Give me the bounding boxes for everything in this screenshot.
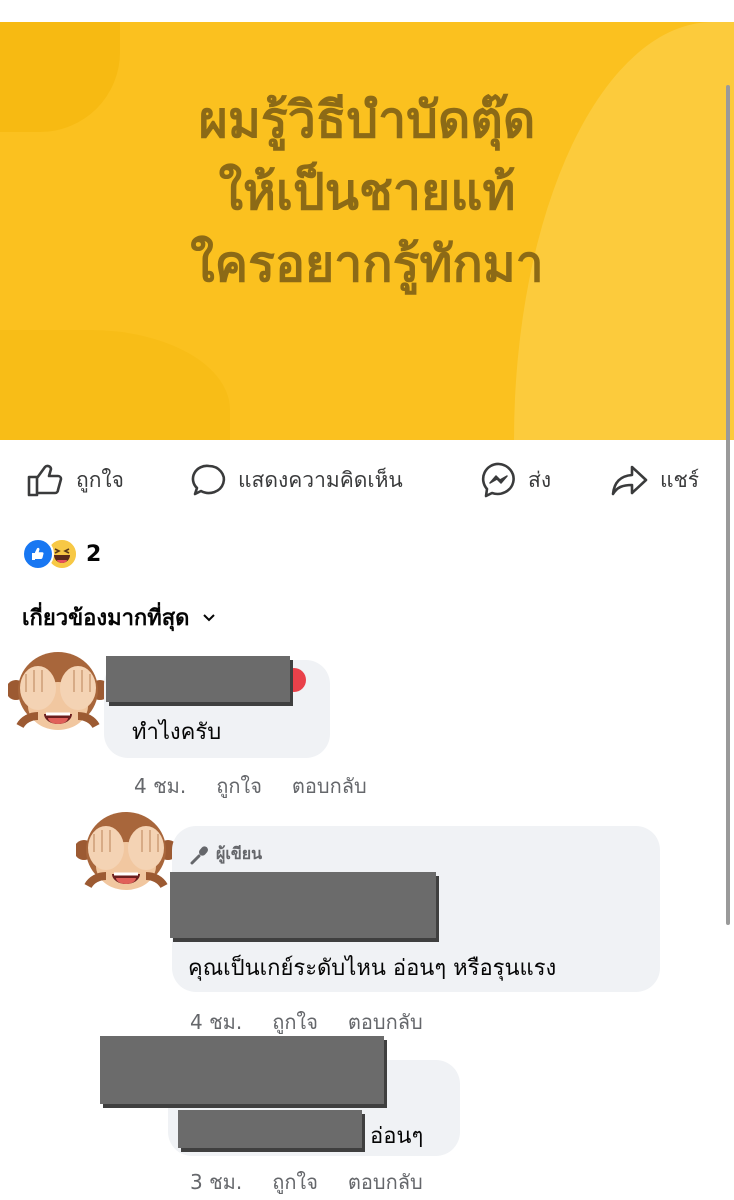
comment-button[interactable]: แสดงความคิดเห็น	[190, 460, 403, 500]
comment-meta: 3 ชม. ถูกใจ ตอบกลับ	[190, 1166, 423, 1198]
comment-reply-link[interactable]: ตอบกลับ	[292, 770, 367, 802]
like-label: ถูกใจ	[76, 467, 124, 492]
post-text: ผมรู้วิธีบำบัดตุ๊ด ให้เป็นชายแท้ ใครอยาก…	[0, 84, 734, 300]
post-line-1: ผมรู้วิธีบำบัดตุ๊ด	[198, 91, 536, 149]
comment-time: 3 ชม.	[190, 1170, 243, 1194]
post-image[interactable]: ผมรู้วิธีบำบัดตุ๊ด ให้เป็นชายแท้ ใครอยาก…	[0, 22, 734, 440]
post-line-2: ให้เป็นชายแท้	[218, 163, 516, 221]
share-icon	[611, 465, 648, 496]
comment-sort-dropdown[interactable]: เกี่ยวข้องมากที่สุด	[22, 600, 216, 635]
messenger-icon	[481, 462, 515, 498]
comment-like-link[interactable]: ถูกใจ	[272, 1006, 318, 1038]
reaction-count: 2	[86, 541, 102, 567]
comment-text: อ่อนๆ	[370, 1124, 424, 1149]
comment-like-link[interactable]: ถูกใจ	[272, 1166, 318, 1198]
commenter-avatar[interactable]	[6, 644, 110, 744]
microphone-icon	[190, 845, 208, 864]
thumbs-up-icon	[27, 464, 63, 497]
comment-icon	[191, 464, 226, 496]
redacted-text	[178, 1110, 362, 1148]
redacted-name	[170, 872, 436, 938]
author-badge: ผู้เขียน	[190, 842, 262, 867]
chevron-down-icon	[203, 613, 216, 621]
reaction-summary[interactable]: 2	[22, 538, 101, 570]
comment-time: 4 ชม.	[134, 774, 187, 798]
comment-time: 4 ชม.	[190, 1010, 243, 1034]
comment-text: ทำไงครับ	[132, 720, 222, 745]
post-line-3: ใครอยากรู้ทักมา	[190, 235, 544, 293]
like-reaction-icon	[22, 538, 54, 570]
see-no-evil-monkey-avatar	[74, 812, 178, 890]
comment-meta: 4 ชม. ถูกใจ ตอบกลับ	[190, 1006, 423, 1038]
redacted-avatar-name	[100, 1036, 384, 1104]
like-button[interactable]: ถูกใจ	[26, 460, 124, 500]
send-label: ส่ง	[528, 467, 552, 492]
author-badge-label: ผู้เขียน	[216, 844, 263, 863]
send-button[interactable]: ส่ง	[480, 460, 551, 500]
top-strip	[0, 0, 734, 22]
sort-label: เกี่ยวข้องมากที่สุด	[22, 606, 190, 631]
comment-meta: 4 ชม. ถูกใจ ตอบกลับ	[134, 770, 367, 802]
redacted-name	[106, 656, 290, 702]
comment-reply-link[interactable]: ตอบกลับ	[348, 1166, 423, 1198]
author-avatar[interactable]	[74, 804, 178, 904]
share-button[interactable]: แชร์	[610, 460, 699, 500]
comment-text: คุณเป็นเกย์ระดับไหน อ่อนๆ หรือรุนแรง	[188, 956, 557, 981]
share-label: แชร์	[660, 467, 700, 492]
comment-like-link[interactable]: ถูกใจ	[216, 770, 262, 802]
see-no-evil-monkey-avatar	[6, 652, 110, 730]
comment-label: แสดงความคิดเห็น	[238, 467, 403, 492]
comment-reply-link[interactable]: ตอบกลับ	[348, 1006, 423, 1038]
post-action-bar: ถูกใจ แสดงความคิดเห็น ส่ง แชร์	[0, 452, 734, 510]
